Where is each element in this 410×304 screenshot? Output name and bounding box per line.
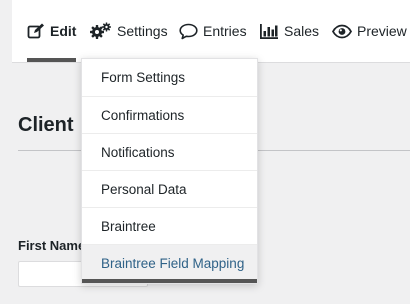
settings-dropdown-menu: Form Settings Confirmations Notification… [81,58,258,284]
tab-edit[interactable]: Edit [27,0,77,62]
tab-edit-label: Edit [50,23,77,39]
form-toolbar: Edit Settings Entries Sales Preview [12,0,410,63]
tab-preview[interactable]: Preview [332,0,407,62]
menu-item-notifications[interactable]: Notifications [82,134,257,171]
bar-chart-icon [260,23,278,39]
menu-item-personal-data[interactable]: Personal Data [82,171,257,208]
dropdown-active-indicator [82,279,257,283]
eye-icon [332,24,352,38]
tab-entries[interactable]: Entries [179,0,247,62]
first-name-label: First Name [18,238,86,253]
tab-settings[interactable]: Settings [90,0,168,62]
page: Edit Settings Entries Sales Preview Clie… [0,0,410,304]
menu-item-braintree[interactable]: Braintree [82,208,257,245]
tab-sales[interactable]: Sales [259,0,319,62]
tab-settings-label: Settings [117,23,168,39]
tab-entries-label: Entries [203,23,247,39]
edit-icon [27,23,44,38]
comment-icon [179,23,198,39]
gears-icon [90,22,111,39]
tab-sales-label: Sales [284,23,320,39]
menu-item-form-settings[interactable]: Form Settings [82,59,257,97]
page-title: Client [18,114,74,136]
menu-item-confirmations[interactable]: Confirmations [82,97,257,134]
tab-preview-label: Preview [357,23,407,39]
menu-item-braintree-field-mapping[interactable]: Braintree Field Mapping [82,245,257,282]
